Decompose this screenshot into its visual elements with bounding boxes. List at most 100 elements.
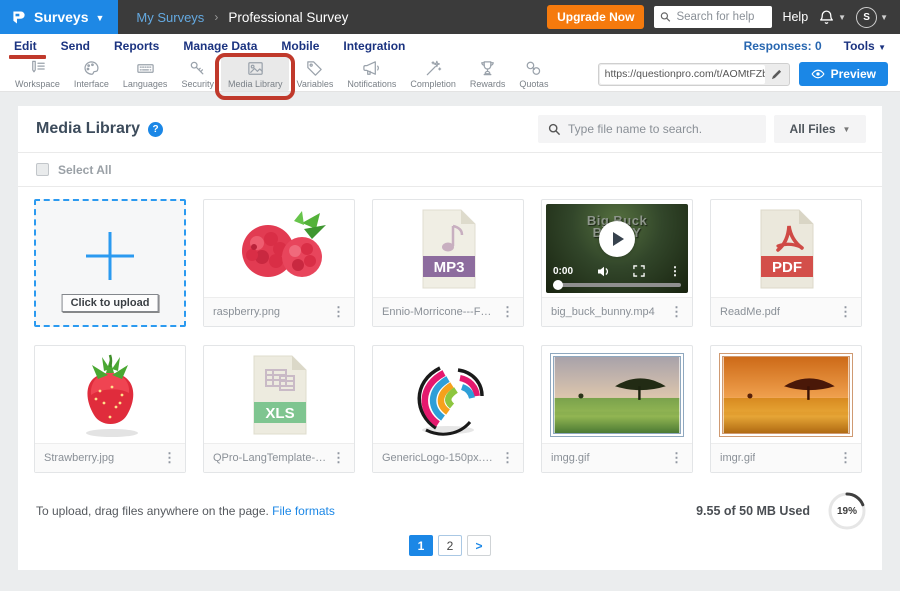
nav-tab-integration[interactable]: Integration	[343, 39, 405, 53]
toolbar-item-media-library[interactable]: Media Library	[221, 57, 290, 91]
card-menu-icon[interactable]: ⋮	[834, 450, 857, 466]
media-card-pdf[interactable]: PDF ReadMe.pdf ⋮	[710, 199, 862, 327]
chevron-down-icon: ▼	[95, 13, 104, 23]
completion-icon	[424, 59, 443, 78]
breadcrumb-separator: ›	[214, 10, 218, 24]
survey-nav: Edit Send Reports Manage Data Mobile Int…	[0, 34, 900, 57]
card-menu-icon[interactable]: ⋮	[158, 450, 181, 466]
upload-tile[interactable]: Click to upload	[34, 199, 186, 327]
surveys-menu[interactable]: Surveys ▼	[0, 0, 118, 34]
edit-url-pencil-icon[interactable]	[765, 69, 788, 80]
card-menu-icon[interactable]: ⋮	[327, 450, 350, 466]
select-all-label: Select All	[58, 163, 112, 177]
file-name: Strawberry.jpg	[44, 452, 114, 464]
strawberry-thumbnail	[62, 351, 158, 439]
upload-hint: To upload, drag files anywhere on the pa…	[36, 504, 335, 518]
framed-image	[550, 353, 684, 437]
toolbar-item-label: Media Library	[228, 79, 283, 89]
chevron-down-icon: ▼	[843, 125, 851, 134]
responses-count[interactable]: Responses: 0	[744, 39, 822, 53]
pagination: 1 2 >	[18, 533, 882, 570]
toolbar-item-security[interactable]: Security	[174, 57, 221, 91]
preview-label: Preview	[831, 67, 876, 81]
page-next-button[interactable]: >	[467, 535, 491, 556]
help-link[interactable]: Help	[782, 10, 808, 24]
security-icon	[188, 59, 207, 78]
all-files-dropdown[interactable]: All Files ▼	[774, 115, 866, 143]
media-card-video[interactable]: Big Buck BUNNY 0:00 ⋮	[541, 199, 693, 327]
tools-menu[interactable]: Tools ▼	[844, 39, 886, 53]
toolbar-item-languages[interactable]: Languages	[116, 57, 175, 91]
help-question-icon[interactable]: ?	[148, 122, 163, 137]
rewards-icon	[478, 59, 497, 78]
toolbar-item-workspace[interactable]: Workspace	[8, 57, 67, 91]
survey-url-text[interactable]: https://questionpro.com/t/AOMtFZb6N	[600, 65, 765, 84]
chevron-down-icon: ▼	[880, 13, 888, 22]
toolbar-item-quotas[interactable]: Quotas	[512, 57, 555, 91]
green-landscape-thumbnail	[553, 356, 681, 434]
breadcrumb-current: Professional Survey	[228, 10, 348, 25]
breadcrumb-my-surveys[interactable]: My Surveys	[136, 10, 204, 25]
orange-landscape-thumbnail	[722, 356, 850, 434]
toolbar-item-rewards[interactable]: Rewards	[463, 57, 513, 91]
file-name: imgg.gif	[551, 452, 590, 464]
edit-toolbar: Workspace Interface Languages Security M…	[0, 57, 900, 92]
all-files-label: All Files	[790, 122, 836, 136]
chevron-down-icon: ▼	[838, 13, 846, 22]
toolbar-item-interface[interactable]: Interface	[67, 57, 116, 91]
search-icon	[660, 11, 671, 23]
media-card-mp3[interactable]: MP3 Ennio-Morricone---For-A-... ⋮	[372, 199, 524, 327]
card-menu-icon[interactable]: ⋮	[665, 450, 688, 466]
toolbar-item-completion[interactable]: Completion	[403, 57, 463, 91]
card-menu-icon[interactable]: ⋮	[496, 304, 519, 320]
languages-icon	[136, 59, 155, 78]
card-menu-icon[interactable]: ⋮	[665, 304, 688, 320]
upload-tooltip: Click to upload	[62, 294, 159, 312]
select-all-checkbox[interactable]	[36, 163, 49, 176]
nav-tab-edit[interactable]: Edit	[14, 39, 37, 53]
questionpro-logo-icon	[10, 9, 27, 26]
media-card-imgr[interactable]: imgr.gif ⋮	[710, 345, 862, 473]
file-search-box	[538, 115, 766, 143]
nav-tab-mobile[interactable]: Mobile	[281, 39, 319, 53]
page-button-1[interactable]: 1	[409, 535, 433, 556]
card-menu-icon[interactable]: ⋮	[496, 450, 519, 466]
media-card-strawberry[interactable]: Strawberry.jpg ⋮	[34, 345, 186, 473]
nav-tab-manage-data[interactable]: Manage Data	[183, 39, 257, 53]
nav-tab-send[interactable]: Send	[61, 39, 90, 53]
page-button-2[interactable]: 2	[438, 535, 462, 556]
volume-icon[interactable]	[597, 266, 610, 277]
media-card-raspberry[interactable]: raspberry.png ⋮	[203, 199, 355, 327]
nav-tab-reports[interactable]: Reports	[114, 39, 159, 53]
video-progress-bar[interactable]	[553, 283, 681, 287]
preview-button[interactable]: Preview	[799, 62, 888, 86]
toolbar-item-notifications[interactable]: Notifications	[340, 57, 403, 91]
variables-icon	[305, 59, 324, 78]
card-menu-icon[interactable]: ⋮	[327, 304, 350, 320]
toolbar-item-label: Interface	[74, 79, 109, 89]
logo-thumbnail	[396, 352, 500, 438]
avatar: S	[856, 7, 877, 28]
card-menu-icon[interactable]: ⋮	[834, 304, 857, 320]
media-card-logo[interactable]: GenericLogo-150px.png ⋮	[372, 345, 524, 473]
media-card-xls[interactable]: XLS QPro-LangTemplate-April... ⋮	[203, 345, 355, 473]
file-name: Ennio-Morricone---For-A-...	[382, 306, 496, 318]
video-menu-icon[interactable]: ⋮	[669, 264, 681, 278]
fullscreen-icon[interactable]	[633, 265, 645, 277]
workspace-icon	[28, 59, 47, 78]
play-button[interactable]	[599, 221, 635, 257]
notifications-bell-button[interactable]: ▼	[818, 9, 846, 26]
toolbar-item-variables[interactable]: Variables	[289, 57, 340, 91]
media-card-imgg[interactable]: imgg.gif ⋮	[541, 345, 693, 473]
toolbar-item-label: Workspace	[15, 79, 60, 89]
file-name: GenericLogo-150px.png	[382, 452, 496, 464]
file-search-input[interactable]	[568, 122, 748, 136]
svg-text:XLS: XLS	[265, 405, 294, 422]
tools-label: Tools	[844, 39, 875, 53]
account-menu-button[interactable]: S ▼	[856, 7, 888, 28]
file-name: QPro-LangTemplate-April...	[213, 452, 327, 464]
upgrade-now-button[interactable]: Upgrade Now	[547, 5, 644, 29]
svg-text:PDF: PDF	[772, 259, 802, 276]
help-search-input[interactable]	[676, 11, 766, 23]
file-formats-link[interactable]: File formats	[272, 504, 335, 518]
